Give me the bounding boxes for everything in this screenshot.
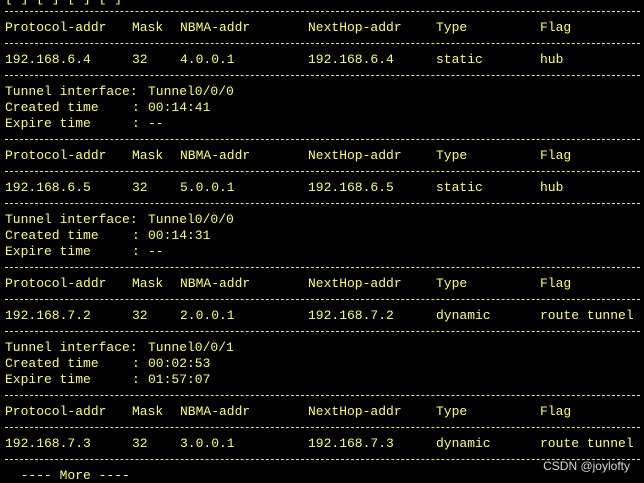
column-header-row: Protocol-addr Mask NBMA-addr NextHop-add… [5,20,571,36]
header-protocol-addr: Protocol-addr [5,404,107,419]
tunnel-interface-line: Tunnel interface: Tunnel0/0/0 [5,84,234,99]
header-flag: Flag [540,20,572,35]
entry-nexthop-addr: 192.168.7.2 [308,308,394,323]
header-nbma-addr: NBMA-addr [180,20,251,35]
separator-line [5,75,640,76]
more-prompt[interactable]: ---- More ---- [5,468,130,483]
header-protocol-addr: Protocol-addr [5,148,107,163]
entry-nbma-addr: 2.0.0.1 [180,308,235,323]
header-type: Type [436,20,468,35]
entry-mask: 32 [132,52,148,67]
previous-output-line: [ ] [ ] [ ] [ ] [5,0,122,7]
created-time-value: 00:14:41 [148,100,211,115]
header-mask: Mask [132,276,164,291]
header-nexthop-addr: NextHop-addr [308,276,402,291]
header-mask: Mask [132,20,164,35]
tunnel-interface-value: Tunnel0/0/1 [148,340,234,355]
entry-protocol-addr: 192.168.6.5 [5,180,91,195]
header-mask: Mask [132,148,164,163]
header-nbma-addr: NBMA-addr [180,148,251,163]
header-nbma-addr: NBMA-addr [180,276,251,291]
created-time-line: Created time : 00:14:41 [5,100,211,115]
separator-line [5,299,640,300]
separator-line [5,267,640,268]
header-flag: Flag [540,276,572,291]
entry-nexthop-addr: 192.168.6.5 [308,180,394,195]
header-nexthop-addr: NextHop-addr [308,404,402,419]
header-flag: Flag [540,148,572,163]
header-type: Type [436,148,468,163]
expire-time-value: 01:57:07 [148,372,211,387]
expire-time-line: Expire time : -- [5,116,164,131]
entry-flag: hub [540,180,564,195]
tunnel-interface-value: Tunnel0/0/0 [148,212,234,227]
entry-row: 192.168.6.5 32 5.0.0.1 192.168.6.5 stati… [5,180,563,196]
column-header-row: Protocol-addr Mask NBMA-addr NextHop-add… [5,276,571,292]
separator-line [5,331,640,332]
header-protocol-addr: Protocol-addr [5,20,107,35]
header-protocol-addr: Protocol-addr [5,276,107,291]
header-flag: Flag [540,404,572,419]
entry-type: static [436,180,483,195]
separator-line [5,395,640,396]
tunnel-interface-line: Tunnel interface: Tunnel0/0/0 [5,212,234,227]
expire-time-line: Expire time : -- [5,244,164,259]
created-time-line: Created time : 00:14:31 [5,228,211,243]
separator-line [5,427,640,428]
header-type: Type [436,404,468,419]
entry-flag: hub [540,52,564,67]
entry-nexthop-addr: 192.168.6.4 [308,52,394,67]
header-mask: Mask [132,404,164,419]
separator-line [5,11,640,12]
entry-type: static [436,52,483,67]
expire-time-value: -- [148,116,164,131]
tunnel-interface-line: Tunnel interface: Tunnel0/0/1 [5,340,234,355]
entry-row: 192.168.7.2 32 2.0.0.1 192.168.7.2 dynam… [5,308,634,324]
header-nexthop-addr: NextHop-addr [308,20,402,35]
entry-protocol-addr: 192.168.6.4 [5,52,91,67]
separator-line [5,171,640,172]
entry-row: 192.168.7.3 32 3.0.0.1 192.168.7.3 dynam… [5,436,634,452]
entry-flag: route tunnel [540,436,634,451]
entry-nbma-addr: 4.0.0.1 [180,52,235,67]
header-nbma-addr: NBMA-addr [180,404,251,419]
created-time-value: 00:02:53 [148,356,211,371]
column-header-row: Protocol-addr Mask NBMA-addr NextHop-add… [5,404,571,420]
tunnel-interface-value: Tunnel0/0/0 [148,84,234,99]
entry-nbma-addr: 3.0.0.1 [180,436,235,451]
entry-mask: 32 [132,436,148,451]
entry-flag: route tunnel [540,308,634,323]
created-time-value: 00:14:31 [148,228,211,243]
entry-type: dynamic [436,436,491,451]
column-header-row: Protocol-addr Mask NBMA-addr NextHop-add… [5,148,571,164]
entry-mask: 32 [132,180,148,195]
entry-protocol-addr: 192.168.7.2 [5,308,91,323]
separator-line [5,43,640,44]
expire-time-value: -- [148,244,164,259]
entry-type: dynamic [436,308,491,323]
header-type: Type [436,276,468,291]
entry-nexthop-addr: 192.168.7.3 [308,436,394,451]
terminal-window[interactable]: [ ] [ ] [ ] [ ] Protocol-addr Mask NBMA-… [0,0,644,483]
watermark: CSDN @joylofty [543,459,630,473]
entry-mask: 32 [132,308,148,323]
entry-row: 192.168.6.4 32 4.0.0.1 192.168.6.4 stati… [5,52,563,68]
created-time-line: Created time : 00:02:53 [5,356,211,371]
separator-line [5,203,640,204]
entry-protocol-addr: 192.168.7.3 [5,436,91,451]
expire-time-line: Expire time : 01:57:07 [5,372,211,387]
entry-nbma-addr: 5.0.0.1 [180,180,235,195]
header-nexthop-addr: NextHop-addr [308,148,402,163]
separator-line [5,139,640,140]
